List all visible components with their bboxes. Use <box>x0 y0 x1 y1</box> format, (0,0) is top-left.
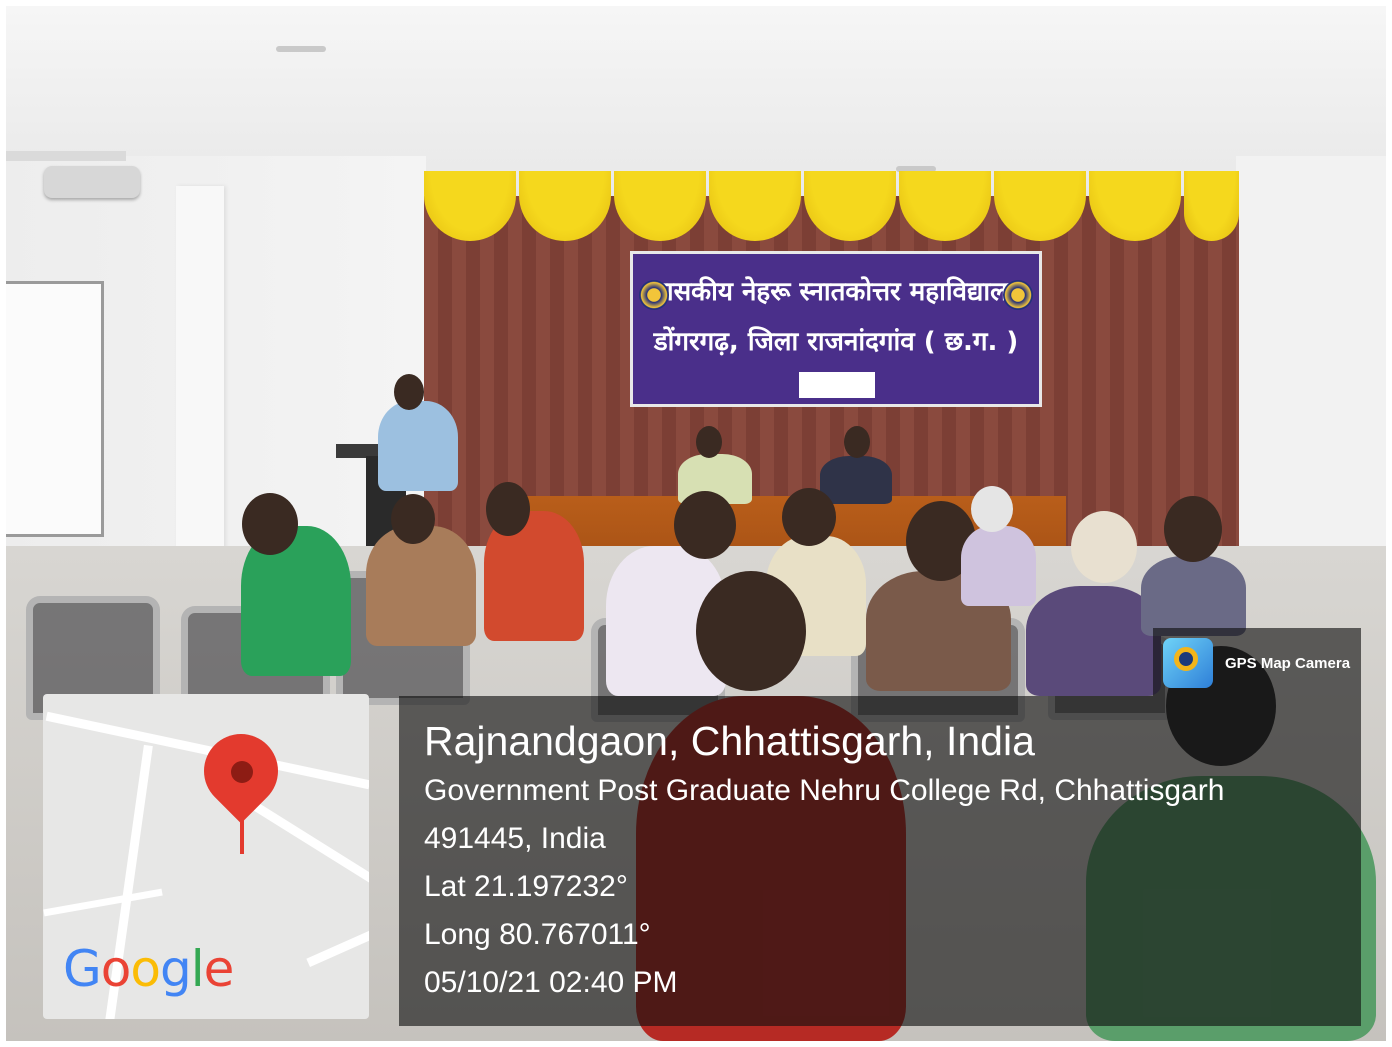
ceiling-fan <box>276 46 326 52</box>
audience-member <box>961 526 1036 606</box>
photo-frame: शासकीय नेहरू स्नातकोत्तर महाविद्यालय डों… <box>6 6 1386 1041</box>
address-line-1: Government Post Graduate Nehru College R… <box>424 774 1225 807</box>
banner-line-1: शासकीय नेहरू स्नातकोत्तर महाविद्यालय <box>649 277 1023 307</box>
dais-guest <box>820 456 892 504</box>
location-pin-dot <box>231 761 253 783</box>
speaker <box>378 401 458 491</box>
speaker-head <box>394 374 424 410</box>
audience-head <box>1071 511 1137 583</box>
audience-head <box>971 486 1013 532</box>
gps-map-camera-badge: GPS Map Camera <box>1153 628 1361 696</box>
college-seal-icon <box>1003 280 1033 310</box>
banner-tag <box>799 372 875 398</box>
gps-map-camera-icon <box>1163 638 1213 688</box>
location-pin-tail <box>240 794 244 854</box>
location-title: Rajnandgaon, Chhattisgarh, India <box>424 718 1035 764</box>
google-logo: Google <box>63 940 234 998</box>
projector <box>44 166 140 198</box>
timestamp: 05/10/21 02:40 PM <box>424 966 678 999</box>
audience-member <box>1141 556 1246 636</box>
map-road <box>306 909 369 968</box>
college-seal-icon <box>639 280 669 310</box>
college-banner: शासकीय नेहरू स्नातकोत्तर महाविद्यालय डों… <box>630 251 1042 407</box>
audience-head <box>391 494 435 544</box>
banner-line-2: डोंगरगढ़, जिला राजनांदगांव ( छ.ग. ) <box>653 327 1019 357</box>
address-line-2: 491445, India <box>424 822 606 855</box>
map-road <box>252 802 369 895</box>
map-thumbnail: Google <box>43 694 369 1019</box>
audience-member <box>366 526 476 646</box>
audience-head <box>782 488 836 546</box>
audience-head <box>486 482 530 536</box>
audience-head <box>242 493 298 555</box>
pillar <box>176 186 224 606</box>
audience-head <box>674 491 736 559</box>
audience-head <box>696 571 806 691</box>
projector-mount <box>6 151 126 161</box>
audience-head <box>1164 496 1222 562</box>
longitude: Long 80.767011° <box>424 918 651 951</box>
whiteboard <box>6 281 104 537</box>
dais-guest-head <box>844 426 870 458</box>
gps-map-camera-label: GPS Map Camera <box>1225 655 1351 672</box>
latitude: Lat 21.197232° <box>424 870 628 903</box>
gps-icon-pin <box>1174 647 1198 671</box>
dais-guest-head <box>696 426 722 458</box>
map-road <box>43 888 163 917</box>
